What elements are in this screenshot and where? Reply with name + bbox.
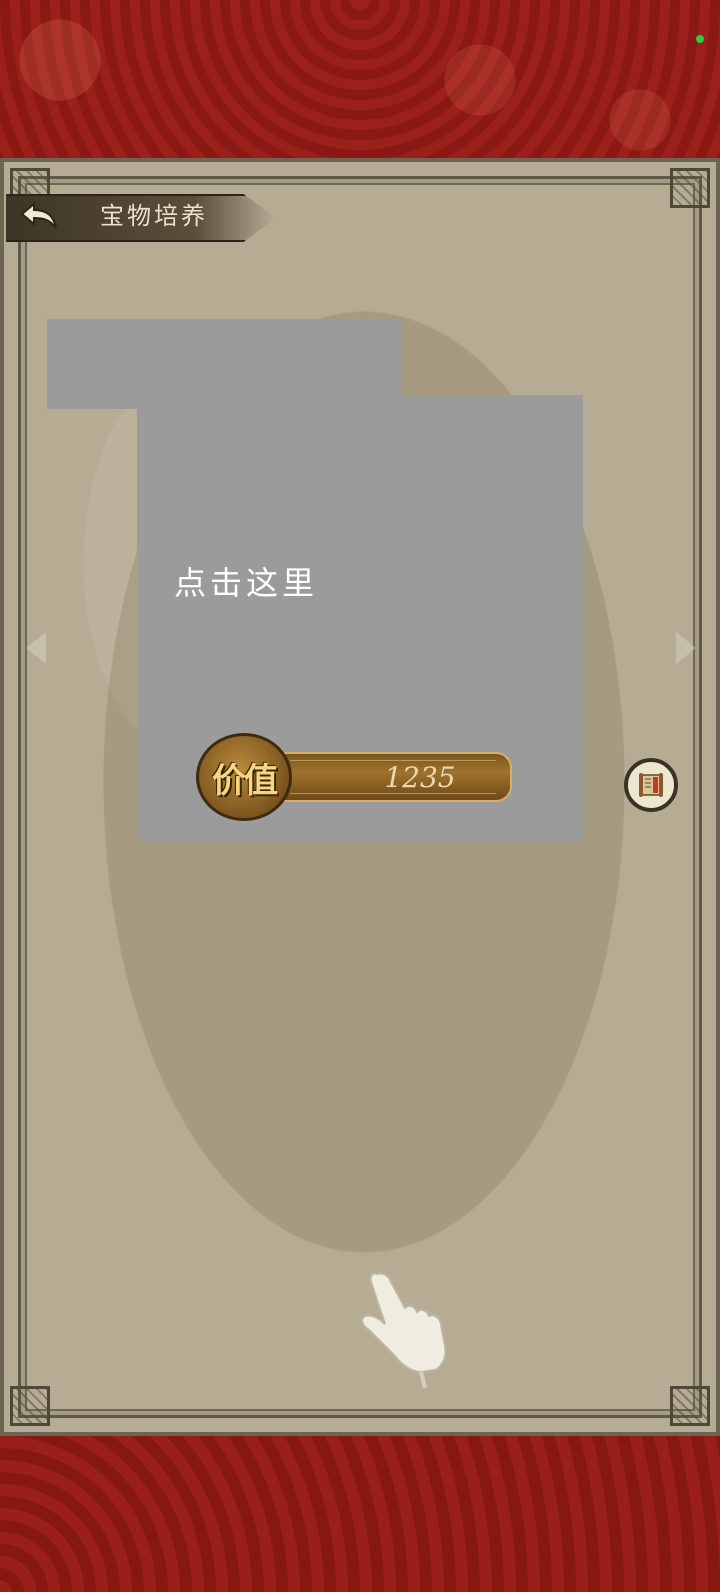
status-indicator-dot — [696, 35, 704, 43]
game-screen: 宝物培养 点击这里 价值 1235 — [0, 0, 720, 1592]
tutorial-hint: 点击这里 — [174, 564, 319, 602]
value-label: 价值 — [212, 760, 278, 801]
scroll-icon — [639, 773, 663, 797]
back-button[interactable] — [14, 196, 66, 236]
previous-arrow-icon[interactable] — [26, 632, 46, 664]
top-decorative-banner — [0, 0, 720, 158]
scroll-button[interactable] — [624, 758, 678, 812]
frame-corner-ornament — [670, 1386, 710, 1426]
tap-hand-icon — [355, 1268, 455, 1389]
back-arrow-icon — [20, 201, 57, 229]
page-title: 宝物培养 — [100, 202, 208, 230]
bottom-decorative-banner — [0, 1436, 720, 1592]
frame-corner-ornament — [10, 1386, 50, 1426]
value-amount: 1235 — [384, 761, 456, 794]
frame-corner-ornament — [670, 168, 710, 208]
next-arrow-icon[interactable] — [676, 632, 696, 664]
